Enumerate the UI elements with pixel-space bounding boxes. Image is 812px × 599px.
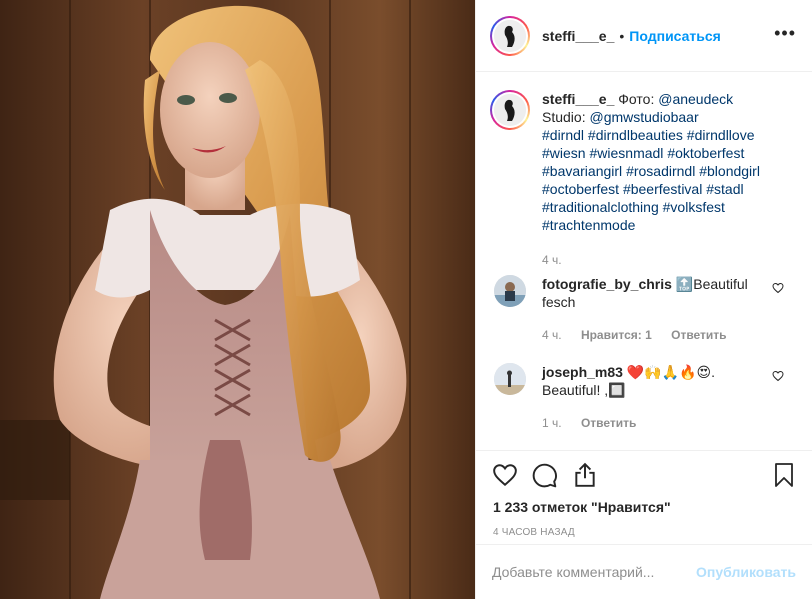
publish-button[interactable]: Опубликовать	[696, 564, 796, 580]
post-actions: 1 233 отметок "Нравится" 4 ЧАСОВ НАЗАД	[476, 450, 812, 547]
more-options-icon[interactable]: •••	[774, 24, 796, 42]
caption-prefix: Фото:	[614, 91, 659, 107]
comment-username[interactable]: joseph_m83	[542, 364, 623, 380]
bookmark-icon[interactable]	[772, 462, 796, 491]
post-header: steffi___e_ • Подписаться •••	[476, 0, 812, 72]
comment-item: fotografie_by_chris 🔝Beautiful fesch 4 ч…	[476, 275, 812, 342]
hashtag-link[interactable]: #beerfestival	[623, 181, 702, 197]
follow-button[interactable]: Подписаться	[629, 28, 721, 44]
avatar-image	[494, 94, 526, 126]
heart-icon[interactable]	[492, 462, 518, 491]
comment-like-heart-icon[interactable]	[772, 369, 784, 385]
comment-like-heart-icon[interactable]	[772, 281, 784, 297]
studio-label: Studio:	[542, 109, 590, 125]
comment-time: 4 ч.	[542, 328, 562, 342]
post-photo[interactable]	[0, 0, 475, 599]
comment-meta: 1 ч. Ответить	[542, 414, 762, 430]
post-side-panel: steffi___e_ • Подписаться ••• steffi___e…	[475, 0, 812, 599]
header-separator: •	[619, 27, 625, 44]
comment-meta: 4 ч. Нравится: 1 Ответить	[542, 326, 762, 342]
avatar-image	[494, 363, 526, 395]
comment-likes-count[interactable]: Нравится: 1	[581, 328, 652, 342]
hashtag-link[interactable]: #dirndllove	[687, 127, 755, 143]
hashtag-link[interactable]: #wiesn	[542, 145, 586, 161]
avatar-image	[494, 275, 526, 307]
hashtag-link[interactable]: #trachtenmode	[542, 217, 635, 233]
share-icon[interactable]	[572, 462, 598, 491]
comment-icon[interactable]	[532, 462, 558, 491]
comment-body: joseph_m83 ❤️🙌🙏🔥😍. Beautiful! ,🔲 1 ч. От…	[542, 363, 762, 430]
hashtag-link[interactable]: #dirndl	[542, 127, 584, 143]
add-comment-bar: Опубликовать	[476, 544, 812, 599]
hashtag-link[interactable]: #dirndlbeauties	[588, 127, 683, 143]
hashtag-link[interactable]: #blondgirl	[699, 163, 760, 179]
caption-meta: 4 ч.	[542, 251, 796, 267]
post-photo-image	[0, 0, 475, 599]
hashtag-link[interactable]: #bavariangirl	[542, 163, 622, 179]
caption-text: steffi___e_ Фото: @aneudeck Studio: @gmw…	[542, 90, 796, 267]
hashtag-link[interactable]: #wiesnmadl	[589, 145, 663, 161]
hashtag-link[interactable]: #stadl	[706, 181, 743, 197]
caption-time: 4 ч.	[542, 253, 562, 267]
action-icons	[476, 451, 812, 497]
post-timestamp: 4 ЧАСОВ НАЗАД	[493, 527, 575, 538]
comment-time: 1 ч.	[542, 416, 562, 430]
author-username[interactable]: steffi___e_	[542, 28, 614, 44]
mention-link[interactable]: @gmwstudiobaar	[589, 109, 698, 125]
hashtag-link[interactable]: #octoberfest	[542, 181, 619, 197]
reply-button[interactable]: Ответить	[581, 416, 636, 430]
reply-button[interactable]: Ответить	[671, 328, 726, 342]
caption-avatar[interactable]	[490, 90, 530, 130]
hashtag-link[interactable]: #traditionalclothing	[542, 199, 659, 215]
likes-count[interactable]: 1 233 отметок "Нравится"	[476, 499, 812, 515]
comment-body: fotografie_by_chris 🔝Beautiful fesch 4 ч…	[542, 275, 762, 342]
comment-item: joseph_m83 ❤️🙌🙏🔥😍. Beautiful! ,🔲 1 ч. От…	[476, 363, 812, 430]
comment-input[interactable]	[492, 564, 697, 580]
caption-username[interactable]: steffi___e_	[542, 91, 614, 107]
commenter-avatar[interactable]	[494, 275, 526, 307]
caption: steffi___e_ Фото: @aneudeck Studio: @gmw…	[476, 73, 812, 267]
comment-username[interactable]: fotografie_by_chris	[542, 276, 672, 292]
avatar-image	[494, 19, 526, 52]
author-avatar[interactable]	[490, 15, 530, 56]
comments-list[interactable]: steffi___e_ Фото: @aneudeck Studio: @gmw…	[476, 73, 812, 450]
mention-link[interactable]: @aneudeck	[658, 91, 733, 107]
hashtag-link[interactable]: #oktoberfest	[667, 145, 744, 161]
hashtag-link[interactable]: #volksfest	[663, 199, 725, 215]
hashtag-link[interactable]: #rosadirndl	[626, 163, 695, 179]
commenter-avatar[interactable]	[494, 363, 526, 395]
hashtag-list: #dirndl #dirndlbeauties #dirndllove #wies…	[542, 127, 760, 233]
